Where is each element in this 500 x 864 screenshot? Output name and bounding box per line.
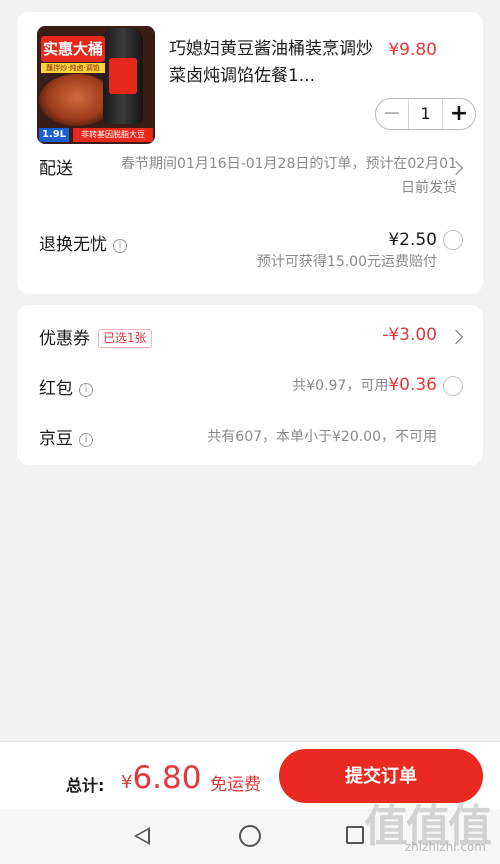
- jingdou-label: 京豆 i: [39, 424, 93, 449]
- redpacket-available: ¥0.36: [388, 375, 437, 395]
- total-amount: 6.80: [132, 760, 202, 796]
- delivery-info[interactable]: 春节期间01月16日-01月28日的订单，预计在02月01日前发货: [117, 152, 457, 200]
- product-image[interactable]: 实惠大桶 蘸拌炒·炖卤·调馅 1.9L 非转基因脱脂大豆: [37, 26, 155, 144]
- free-shipping-label: 免运费: [210, 775, 261, 795]
- image-banner: 实惠大桶: [41, 36, 105, 62]
- info-icon[interactable]: i: [113, 239, 127, 253]
- watermark-url: zhizhizhi.com: [404, 840, 486, 854]
- discount-card: 优惠券 已选1张 -¥3.00 红包 i 共¥0.97，可用¥0.36 京豆 i 共有…: [17, 305, 483, 465]
- bottle-illustration: [103, 28, 143, 124]
- return-service-note: 预计可获得15.00元运费赔付: [256, 254, 437, 270]
- return-service-radio[interactable]: [443, 230, 463, 250]
- return-service-text: 退换无忧: [39, 235, 107, 255]
- image-tag: 非转基因脱脂大豆: [73, 128, 153, 142]
- currency-symbol: ¥: [121, 772, 133, 793]
- quantity-stepper: − 1 +: [375, 98, 476, 130]
- info-icon[interactable]: i: [79, 433, 93, 447]
- redpacket-label: 红包 i: [39, 374, 93, 399]
- coupon-value: -¥3.00: [382, 325, 437, 345]
- redpacket-text: 红包: [39, 379, 73, 399]
- coupon-label: 优惠券: [39, 329, 90, 349]
- home-icon[interactable]: [239, 825, 261, 847]
- image-size-label: 1.9L: [39, 128, 69, 142]
- delivery-label: 配送: [39, 159, 73, 179]
- return-service-price: ¥2.50: [388, 230, 437, 250]
- redpacket-radio[interactable]: [443, 376, 463, 396]
- jingdou-info: 共有607，本单小于¥20.00，不可用: [207, 429, 437, 445]
- recent-apps-icon[interactable]: [346, 826, 364, 844]
- product-price: ¥9.80: [388, 40, 437, 60]
- info-icon[interactable]: i: [79, 383, 93, 397]
- quantity-input[interactable]: 1: [408, 99, 443, 129]
- redpacket-info: 共¥0.97，可用¥0.36: [292, 375, 437, 395]
- total-label: 总计:: [66, 776, 105, 795]
- coupon-chevron-icon[interactable]: [448, 329, 464, 345]
- product-card: 实惠大桶 蘸拌炒·炖卤·调馅 1.9L 非转基因脱脂大豆 巧媳妇黄豆酱油桶装烹调…: [17, 12, 483, 294]
- jingdou-text: 京豆: [39, 429, 73, 449]
- coupon-badge: 已选1张: [98, 329, 152, 348]
- image-subbanner: 蘸拌炒·炖卤·调馅: [41, 63, 105, 73]
- coupon-row[interactable]: 优惠券 已选1张: [39, 324, 152, 349]
- product-title[interactable]: 巧媳妇黄豆酱油桶装烹调炒菜卤炖调馅佐餐1...: [169, 36, 374, 90]
- total-price: ¥6.80: [121, 760, 201, 796]
- redpacket-prefix: 共¥0.97，可用: [292, 378, 389, 394]
- return-service-label: 退换无忧 i: [39, 230, 127, 255]
- back-icon[interactable]: [134, 827, 150, 845]
- increase-button[interactable]: +: [443, 99, 475, 129]
- decrease-button[interactable]: −: [376, 99, 408, 129]
